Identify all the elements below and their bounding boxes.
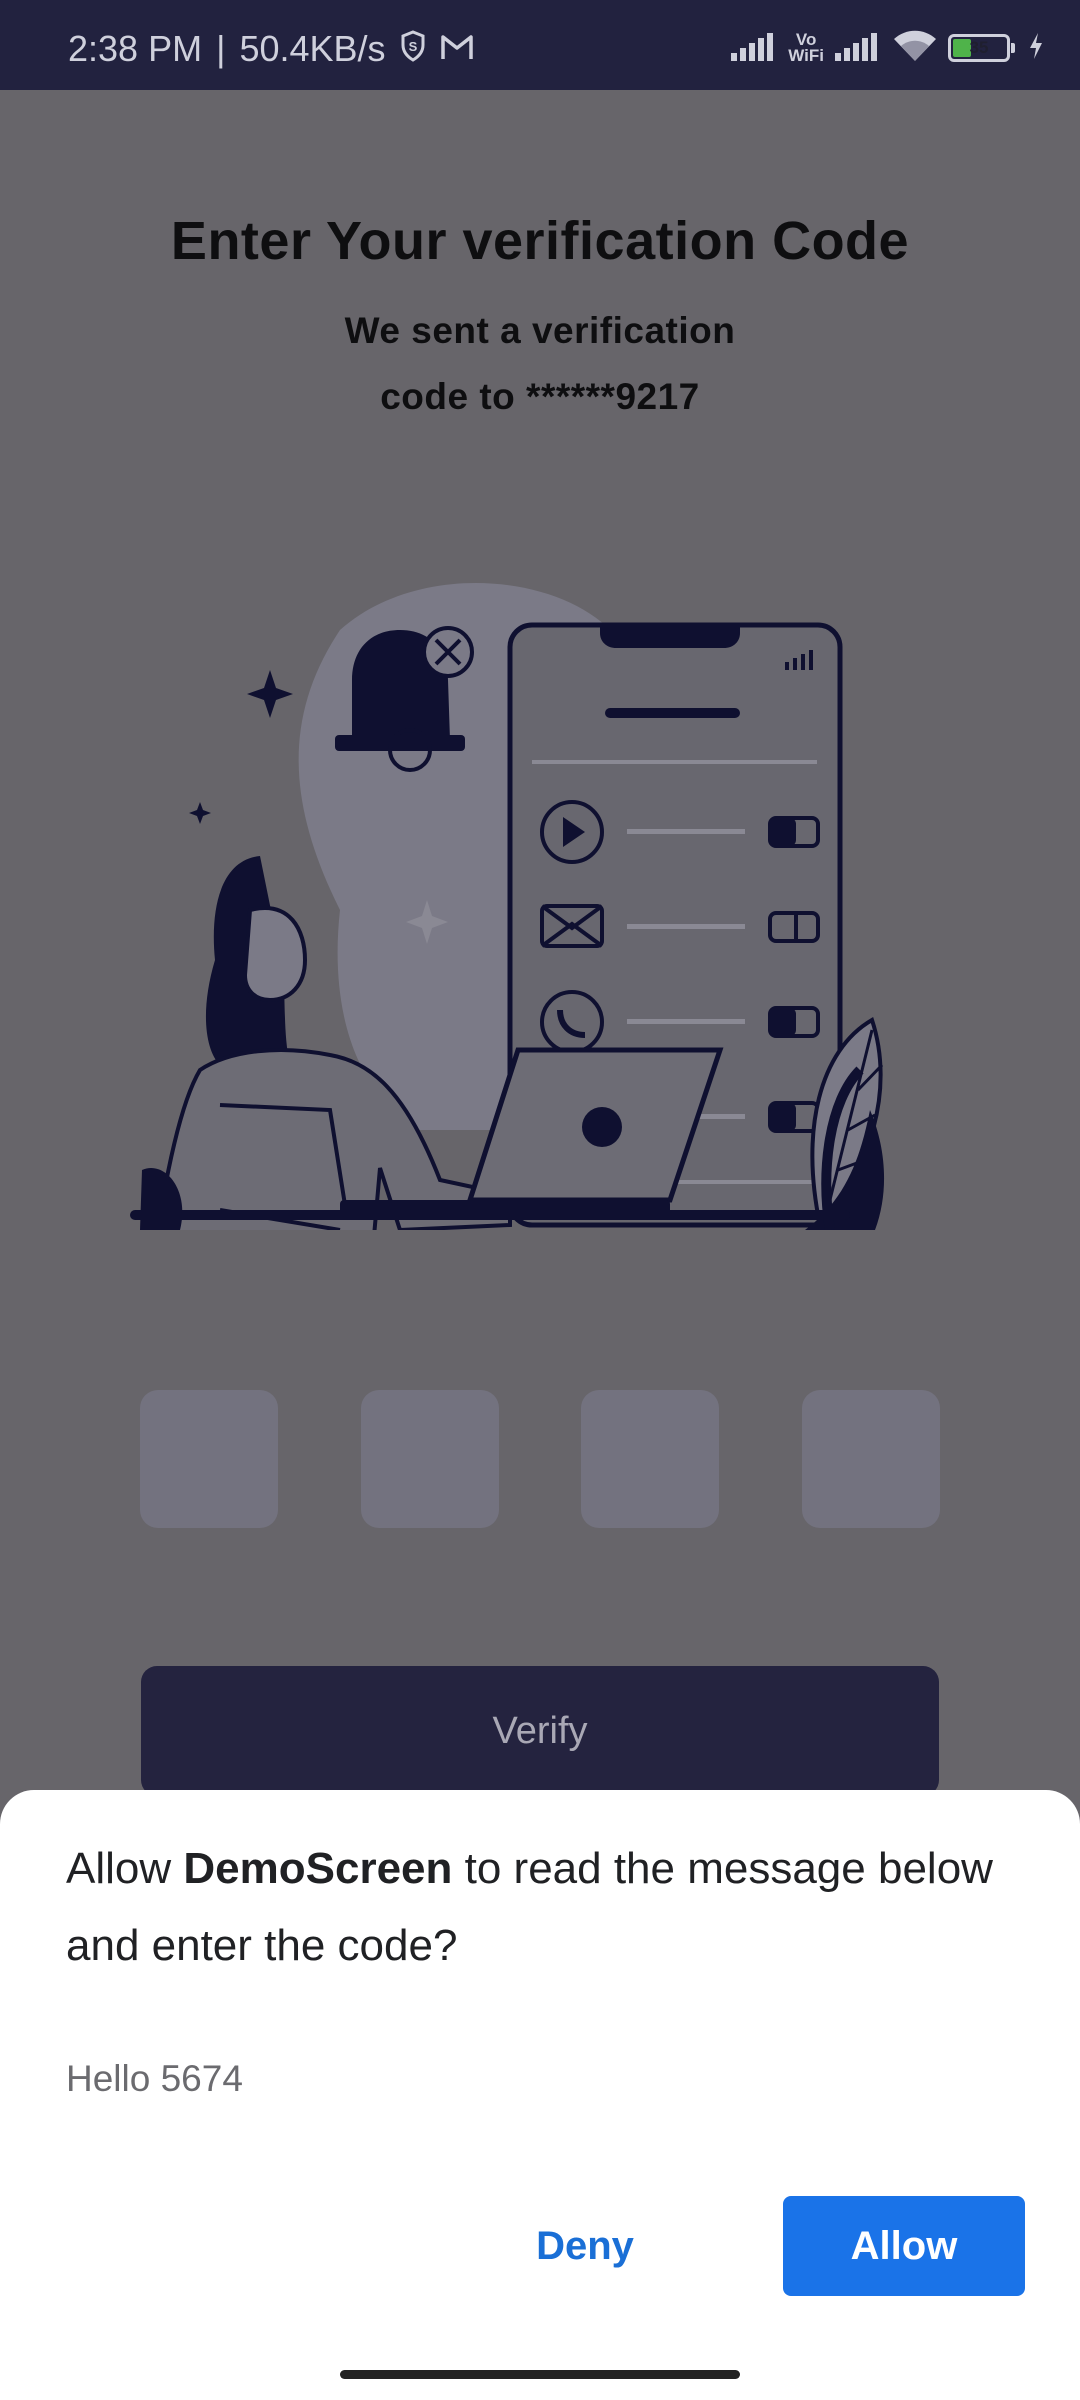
- network-speed: 50.4KB/s: [239, 28, 386, 69]
- status-left: 2:38 PM | 50.4KB/s S: [68, 30, 474, 68]
- deny-button[interactable]: Deny: [470, 2196, 700, 2296]
- dialog-app-name: DemoScreen: [183, 1844, 453, 1893]
- sparkle-icon: [189, 802, 211, 824]
- otp-digit-2[interactable]: [360, 1390, 499, 1528]
- page-subtitle: We sent a verification code to ******921…: [344, 310, 736, 417]
- signal-icon: [730, 31, 778, 66]
- shield-s-icon: S: [400, 30, 426, 68]
- sms-message-text: Hello 5674: [66, 2058, 243, 2099]
- dialog-title-prefix: Allow: [66, 1844, 184, 1893]
- battery-level: 35: [969, 38, 989, 57]
- wifi-icon: [892, 29, 938, 68]
- page-title: Enter Your verification Code: [170, 211, 910, 271]
- otp-input-row: [140, 1390, 940, 1528]
- otp-digit-1[interactable]: [140, 1390, 278, 1528]
- status-separator: |: [216, 28, 226, 69]
- otp-digit-4[interactable]: [801, 1390, 940, 1528]
- notification-illustration: [130, 582, 885, 1230]
- battery-icon: 35: [948, 34, 1015, 62]
- allow-button[interactable]: Allow: [783, 2196, 1025, 2296]
- sparkle-icon: [247, 670, 293, 718]
- home-indicator[interactable]: [340, 2370, 740, 2379]
- signal-icon: [834, 31, 882, 66]
- status-time: 2:38 PM: [68, 28, 203, 69]
- sms-consent-bottom-sheet: Allow DemoScreen to read the message bel…: [0, 1790, 1080, 2400]
- dialog-title: Allow DemoScreen to read the message bel…: [66, 1830, 1016, 1984]
- otp-digit-3[interactable]: [581, 1390, 720, 1528]
- charging-bolt-icon: [1028, 32, 1044, 65]
- svg-text:S: S: [408, 39, 417, 54]
- status-bar: 2:38 PM | 50.4KB/s S Vo WiFi 35: [0, 0, 1080, 90]
- status-right: Vo WiFi 35: [730, 26, 1044, 70]
- vowifi-icon: Vo WiFi: [788, 30, 824, 65]
- gmail-icon: [440, 31, 474, 67]
- verify-button[interactable]: Verify: [141, 1666, 939, 1796]
